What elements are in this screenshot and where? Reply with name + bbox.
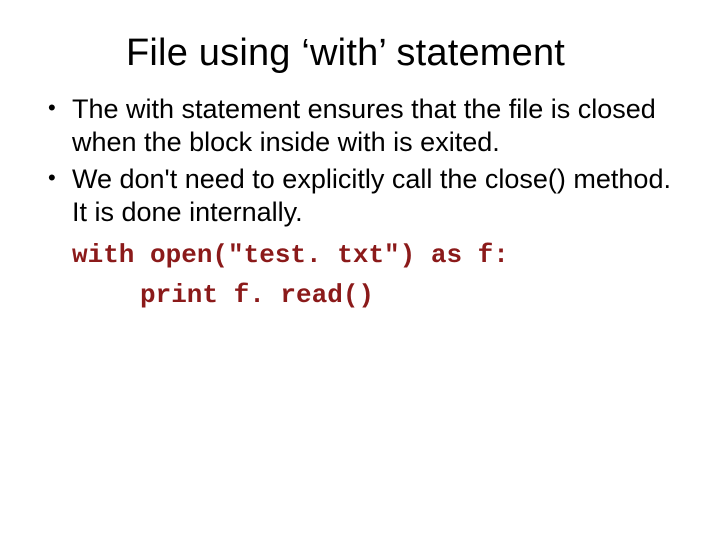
bullet-text: The with statement ensures that the file… xyxy=(72,94,656,157)
list-item: We don't need to explicitly call the clo… xyxy=(48,163,680,229)
bullet-list: The with statement ensures that the file… xyxy=(30,93,690,229)
code-line: print f. read() xyxy=(72,275,690,315)
code-line: with open("test. txt") as f: xyxy=(72,240,509,270)
slide: File using ‘with’ statement The with sta… xyxy=(0,0,720,540)
slide-title: File using ‘with’ statement xyxy=(30,32,690,75)
bullet-text: We don't need to explicitly call the clo… xyxy=(72,164,671,227)
list-item: The with statement ensures that the file… xyxy=(48,93,680,159)
code-block: with open("test. txt") as f: print f. re… xyxy=(30,235,690,316)
